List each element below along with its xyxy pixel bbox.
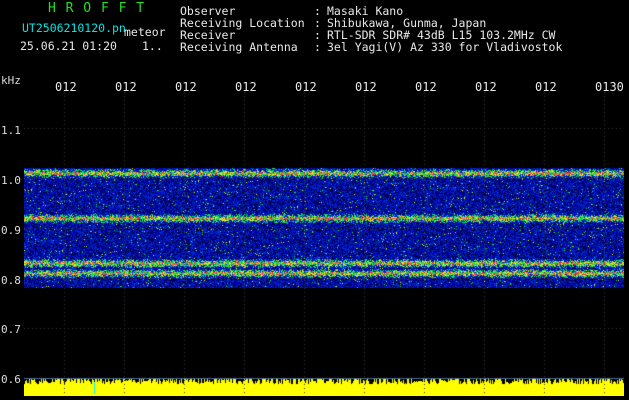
y-tick-label: 0.8 bbox=[1, 274, 21, 287]
antenna-sep: : bbox=[314, 40, 321, 54]
y-tick-label: 1.0 bbox=[1, 174, 21, 187]
y-axis-unit: kHz bbox=[1, 74, 21, 87]
antenna-value: 3el Yagi(V) Az 330 for Vladivostok bbox=[327, 40, 563, 54]
file-name: UT2506210120.pn bbox=[22, 21, 126, 35]
app-brand: H R O F F T bbox=[48, 1, 146, 16]
spectrogram-canvas bbox=[24, 92, 624, 396]
y-tick-label: 1.1 bbox=[1, 124, 21, 137]
y-tick-label: 0.6 bbox=[1, 373, 21, 386]
date-time: 25.06.21 01:20 bbox=[20, 39, 117, 53]
counter: 1.. bbox=[142, 39, 163, 53]
y-tick-label: 0.7 bbox=[1, 323, 21, 336]
y-tick-label: 0.9 bbox=[1, 224, 21, 237]
antenna-label: Receiving Antenna bbox=[180, 40, 298, 54]
spectrogram-plot bbox=[24, 92, 624, 396]
mode-label: meteor bbox=[124, 25, 166, 39]
